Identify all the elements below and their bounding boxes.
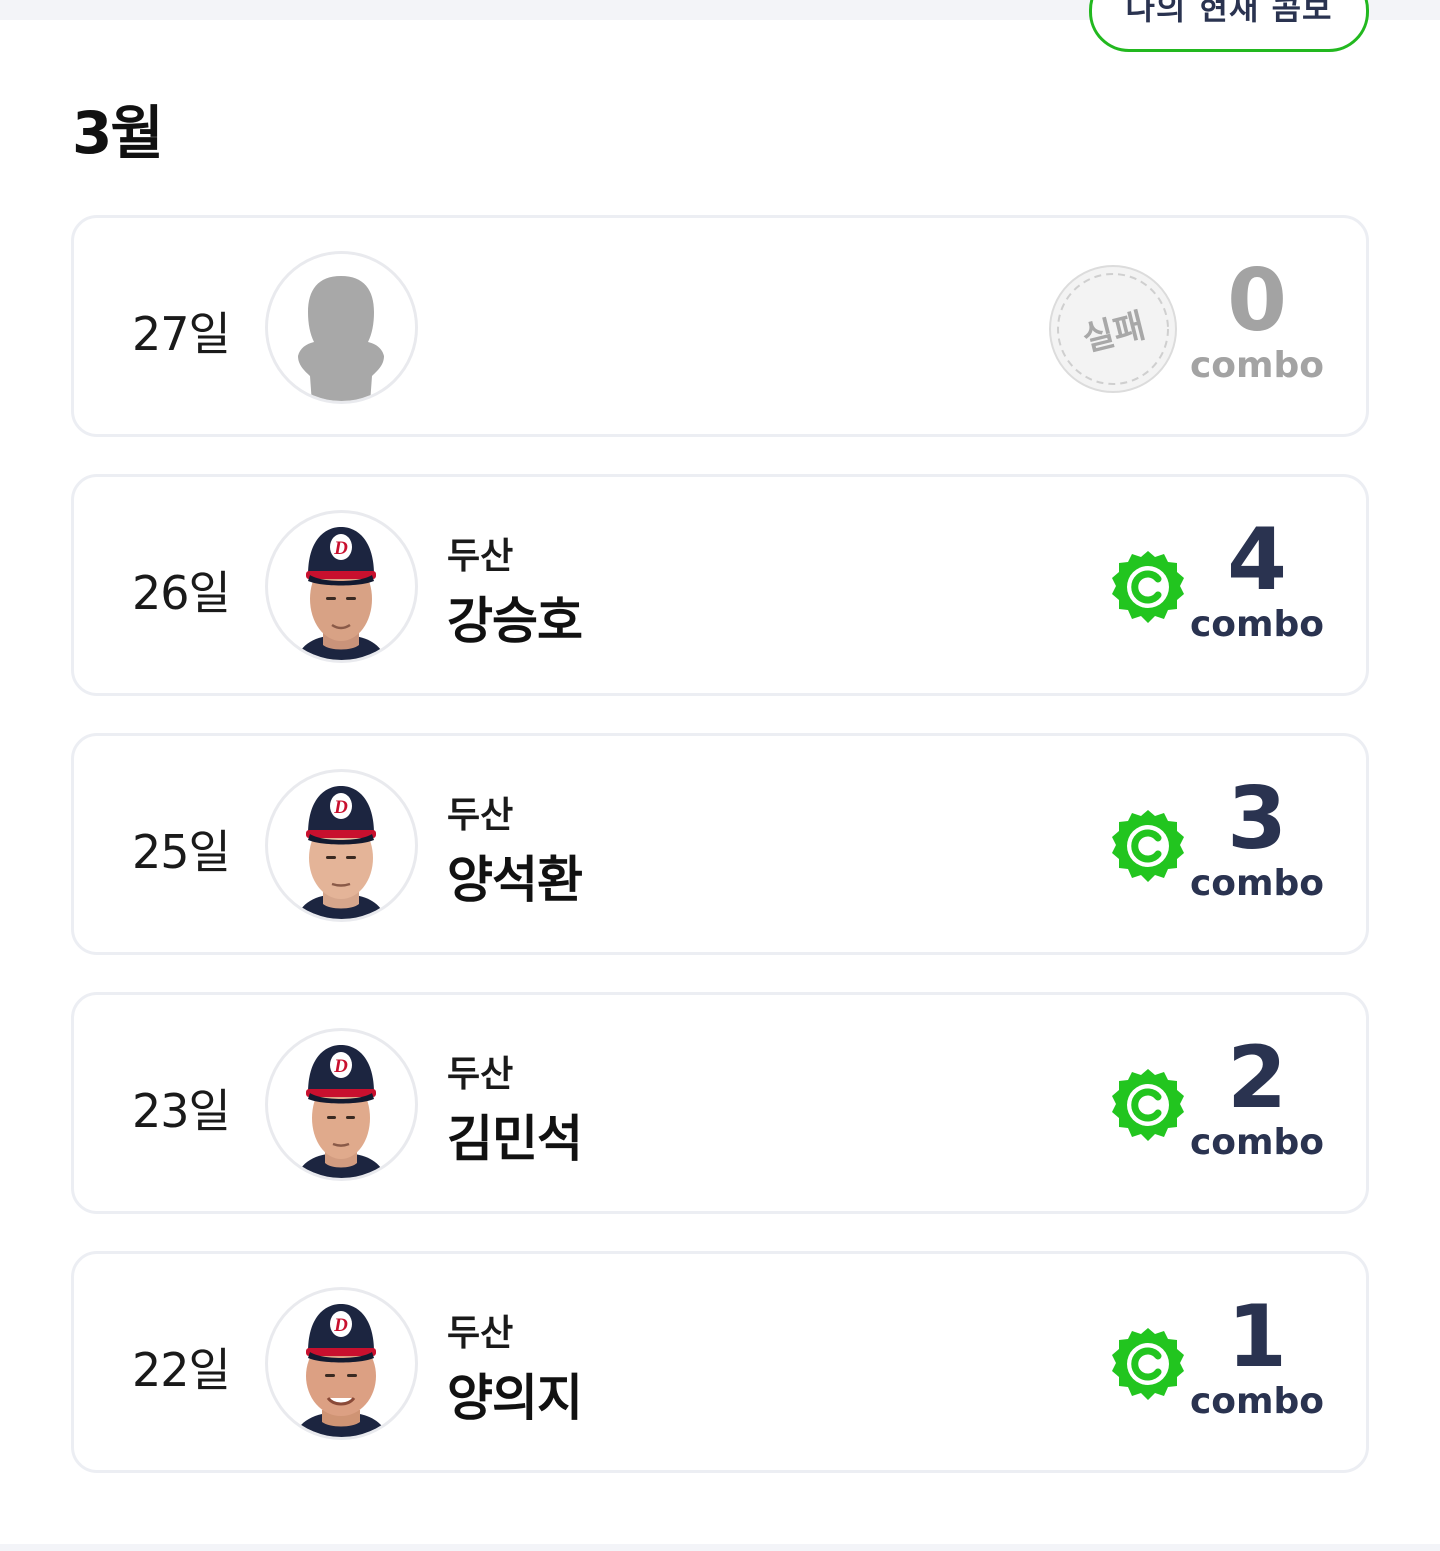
c-seal-icon bbox=[1110, 1067, 1186, 1143]
c-seal-icon bbox=[1110, 1326, 1186, 1402]
svg-text:D: D bbox=[333, 538, 348, 559]
team-name: 두산 bbox=[447, 1054, 514, 1095]
player-avatar bbox=[265, 251, 418, 404]
combo-suffix: combo bbox=[1189, 345, 1325, 386]
svg-text:D: D bbox=[333, 797, 348, 818]
player-name: 강승호 bbox=[447, 592, 583, 650]
player-name: 양의지 bbox=[447, 1369, 583, 1427]
svg-text:D: D bbox=[333, 1056, 348, 1077]
fail-stamp-icon: 실패 bbox=[1048, 264, 1178, 394]
combo-history-card[interactable]: 26일 D 두산 강승호 4 combo bbox=[71, 474, 1369, 696]
day-label: 23일 bbox=[132, 1084, 231, 1138]
player-avatar: D bbox=[265, 510, 418, 663]
combo-count: 0 bbox=[1227, 251, 1287, 351]
day-label: 25일 bbox=[132, 825, 231, 879]
svg-text:D: D bbox=[333, 1315, 348, 1336]
combo-history-card[interactable]: 25일 D 두산 양석환 3 combo bbox=[71, 733, 1369, 955]
c-seal-icon bbox=[1110, 808, 1186, 884]
player-name: 김민석 bbox=[447, 1110, 583, 1168]
day-label: 22일 bbox=[132, 1343, 231, 1397]
combo-history-card[interactable]: 23일 D 두산 김민석 2 combo bbox=[71, 992, 1369, 1214]
month-title: 3월 bbox=[72, 99, 164, 167]
day-label: 27일 bbox=[132, 307, 231, 361]
combo-count: 2 bbox=[1227, 1028, 1287, 1128]
combo-suffix: combo bbox=[1189, 1122, 1325, 1163]
combo-suffix: combo bbox=[1189, 863, 1325, 904]
team-name: 두산 bbox=[447, 536, 514, 577]
combo-count: 1 bbox=[1227, 1287, 1287, 1387]
combo-suffix: combo bbox=[1189, 604, 1325, 645]
day-label: 26일 bbox=[132, 566, 231, 620]
player-name: 양석환 bbox=[447, 851, 583, 909]
combo-suffix: combo bbox=[1189, 1381, 1325, 1422]
team-name: 두산 bbox=[447, 795, 514, 836]
player-avatar: D bbox=[265, 1287, 418, 1440]
silhouette-icon bbox=[268, 254, 415, 401]
combo-history-card[interactable]: 27일 실패 0 combo bbox=[71, 215, 1369, 437]
combo-count: 4 bbox=[1227, 510, 1287, 610]
my-current-combo-button[interactable]: 나의 현재 콤보 bbox=[1089, 0, 1369, 52]
team-name: 두산 bbox=[447, 1313, 514, 1354]
combo-history-card[interactable]: 22일 D 두산 양의지 1 combo bbox=[71, 1251, 1369, 1473]
player-avatar: D bbox=[265, 769, 418, 922]
bottom-divider bbox=[0, 1544, 1440, 1551]
combo-count: 3 bbox=[1227, 769, 1287, 869]
player-avatar: D bbox=[265, 1028, 418, 1181]
c-seal-icon bbox=[1110, 549, 1186, 625]
